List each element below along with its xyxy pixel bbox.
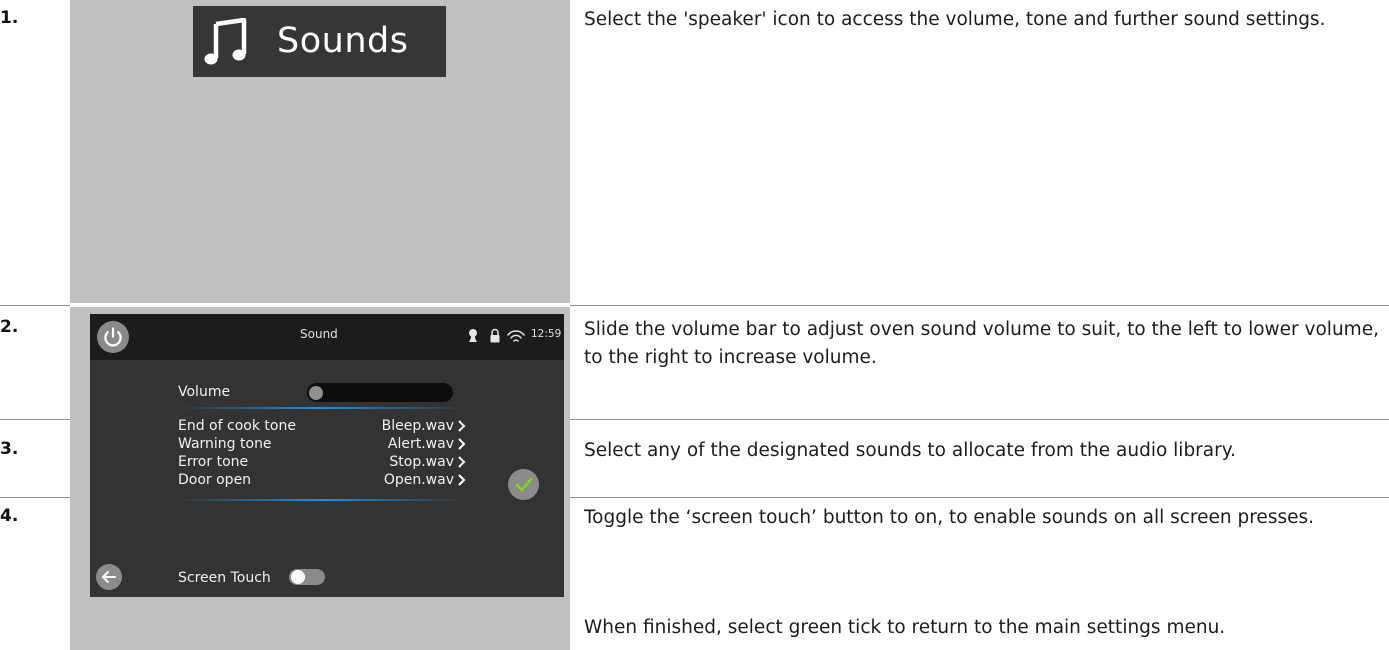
wifi-icon <box>507 330 525 342</box>
row-divider <box>0 419 70 420</box>
row-divider <box>570 305 1389 306</box>
row-divider <box>0 305 70 306</box>
step-number-2: 2. <box>0 317 19 337</box>
screen-title: Sound <box>300 327 338 341</box>
sound-settings-screen: Sound 12:59 Volume End of cook tone Blee… <box>90 314 564 597</box>
screen-touch-toggle-knob[interactable] <box>291 570 305 584</box>
chevron-right-icon <box>458 420 466 432</box>
screen-top-bar: Sound 12:59 <box>90 314 564 360</box>
confirm-button[interactable] <box>508 469 539 500</box>
step-3-description: Select any of the designated sounds to a… <box>584 440 1236 461</box>
step-number-4: 4. <box>0 506 19 526</box>
volume-label: Volume <box>178 384 231 400</box>
step-1-image-panel: Sounds <box>70 0 570 303</box>
chevron-right-icon <box>458 438 466 450</box>
tone-label: Door open <box>178 472 252 488</box>
tone-label: Error tone <box>178 454 249 470</box>
tone-label: End of cook tone <box>178 418 296 434</box>
row-divider <box>0 497 70 498</box>
divider-glow <box>176 407 466 409</box>
status-time: 12:59 <box>531 328 562 340</box>
tone-value: Bleep.wav <box>381 418 454 434</box>
step-number-3: 3. <box>0 439 19 459</box>
step-4-description: Toggle the ‘screen touch’ button to on, … <box>584 507 1314 528</box>
check-icon <box>515 477 533 492</box>
chevron-right-icon <box>458 456 466 468</box>
music-note-icon <box>204 18 247 65</box>
step-2-description: Slide the volume bar to adjust oven soun… <box>584 319 1379 368</box>
divider-glow <box>176 499 466 501</box>
back-button[interactable] <box>96 564 122 590</box>
tone-value: Alert.wav <box>387 436 454 452</box>
power-button[interactable] <box>97 321 129 353</box>
row-divider <box>570 497 1389 498</box>
chevron-right-icon <box>458 474 466 486</box>
sounds-label: Sounds <box>277 21 409 61</box>
tone-value: Open.wav <box>383 472 454 488</box>
volume-slider-handle[interactable] <box>309 386 323 400</box>
step-number-1: 1. <box>0 8 19 28</box>
lock-icon <box>490 328 500 343</box>
power-icon <box>104 327 122 347</box>
chef-icon <box>469 329 477 342</box>
tone-value: Stop.wav <box>389 454 454 470</box>
tone-label: Warning tone <box>178 436 272 452</box>
back-arrow-icon <box>102 571 116 583</box>
step-1-description: Select the 'speaker' icon to access the … <box>584 9 1326 30</box>
volume-slider[interactable] <box>307 383 453 402</box>
sounds-menu-tile[interactable]: Sounds <box>193 6 446 77</box>
finish-note: When finished, select green tick to retu… <box>584 617 1226 638</box>
row-divider <box>570 419 1389 420</box>
screen-touch-label: Screen Touch <box>178 570 271 586</box>
